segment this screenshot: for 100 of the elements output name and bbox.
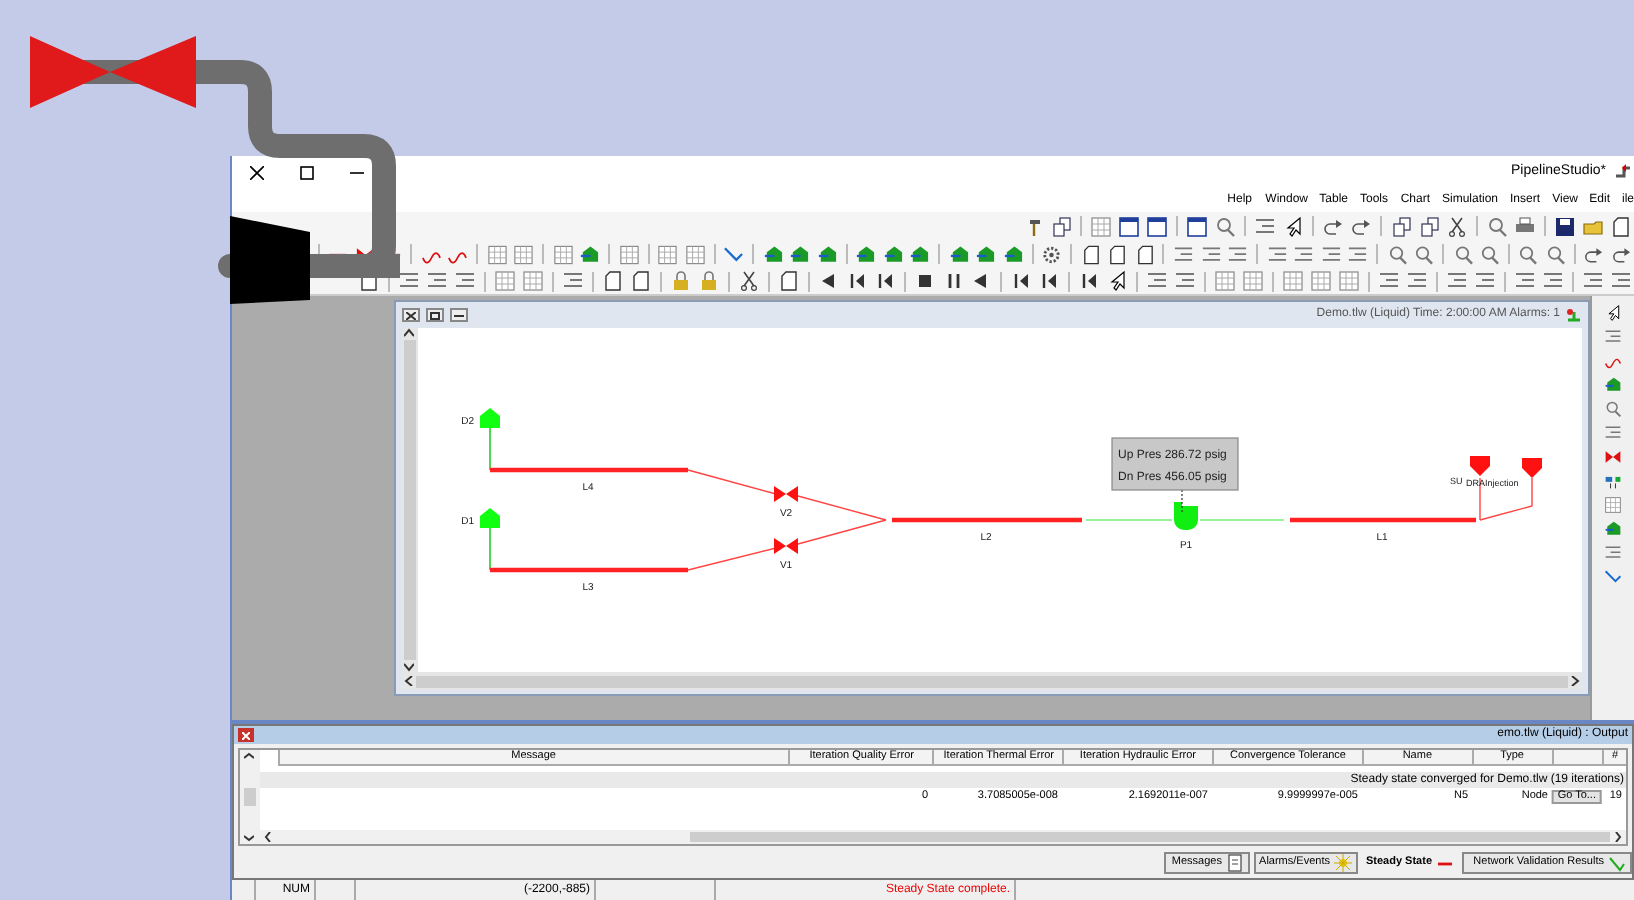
align-icon[interactable]: [1254, 215, 1276, 237]
step-icon[interactable]: [846, 270, 868, 292]
horizontal-scrollbar[interactable]: [260, 830, 1626, 844]
minimize-button[interactable]: [450, 308, 468, 322]
align-icon[interactable]: [1200, 243, 1222, 265]
scrollbar-thumb[interactable]: [244, 788, 256, 806]
align-icon[interactable]: [1446, 270, 1468, 292]
magnifier-icon[interactable]: [1452, 243, 1474, 265]
two-pages-icon[interactable]: [1418, 215, 1440, 237]
gear-icon[interactable]: [1041, 243, 1063, 265]
align-icon[interactable]: [1474, 270, 1496, 292]
align-icon[interactable]: [1347, 243, 1369, 265]
close-icon: [242, 731, 250, 739]
grid-icon[interactable]: [552, 243, 574, 265]
undo-icon[interactable]: [1610, 243, 1632, 265]
grid-icon[interactable]: [684, 243, 706, 265]
house-node-icon[interactable]: [789, 243, 811, 265]
align-icon[interactable]: [562, 270, 584, 292]
magnifier-icon[interactable]: [1214, 215, 1236, 237]
two-pages-icon[interactable]: [1390, 215, 1412, 237]
vertical-scrollbar[interactable]: [240, 750, 260, 844]
check-icon[interactable]: [723, 243, 745, 265]
window-icon[interactable]: [1118, 215, 1140, 237]
window-icon[interactable]: [1186, 215, 1208, 237]
restore-icon: [430, 311, 440, 319]
scrollbar-thumb[interactable]: [404, 340, 416, 660]
align-icon[interactable]: [1514, 270, 1536, 292]
align-icon[interactable]: [1293, 243, 1315, 265]
house-node-icon[interactable]: [948, 243, 970, 265]
house-node-icon[interactable]: [579, 243, 601, 265]
horizontal-scrollbar[interactable]: [402, 672, 1582, 690]
house-node-icon[interactable]: [1002, 243, 1024, 265]
align-icon[interactable]: [1542, 270, 1564, 292]
grid-icon[interactable]: [486, 243, 508, 265]
grid-icon[interactable]: [618, 243, 640, 265]
two-pages-icon[interactable]: [1050, 215, 1072, 237]
scrollbar-thumb[interactable]: [416, 675, 1568, 687]
pointer-icon[interactable]: [1282, 215, 1304, 237]
window-icon[interactable]: [1146, 215, 1168, 237]
align-icon[interactable]: [1406, 270, 1428, 292]
step-icon[interactable]: [874, 270, 896, 292]
scissors-icon[interactable]: [1446, 215, 1468, 237]
align-icon[interactable]: [1320, 243, 1342, 265]
align-icon[interactable]: [1146, 270, 1168, 292]
lock-icon[interactable]: [670, 270, 692, 292]
close-button[interactable]: [402, 308, 420, 322]
house-node-icon[interactable]: [855, 243, 877, 265]
align-icon[interactable]: [1604, 424, 1622, 442]
align-icon[interactable]: [454, 270, 476, 292]
scrollbar-thumb[interactable]: [690, 832, 1610, 842]
magnifier-icon[interactable]: [1545, 243, 1567, 265]
magnifier-icon[interactable]: [1386, 243, 1408, 265]
step-icon[interactable]: [1038, 270, 1060, 292]
pointer-icon[interactable]: [1604, 304, 1622, 322]
node-icon[interactable]: [1604, 472, 1622, 490]
align-icon[interactable]: [1378, 270, 1400, 292]
undo-icon[interactable]: [1350, 215, 1372, 237]
house-node-icon[interactable]: [975, 243, 997, 265]
align-icon[interactable]: [1174, 270, 1196, 292]
magnifier-icon[interactable]: [1479, 243, 1501, 265]
undo-icon[interactable]: [1583, 243, 1605, 265]
house-node-icon[interactable]: [882, 243, 904, 265]
magnifier-icon[interactable]: [1604, 400, 1622, 418]
minimize-icon: [351, 166, 365, 180]
pointer-icon[interactable]: [1106, 270, 1128, 292]
grid-icon[interactable]: [657, 243, 679, 265]
house-node-icon[interactable]: [909, 243, 931, 265]
step-icon[interactable]: [1010, 270, 1032, 292]
lock-icon[interactable]: [698, 270, 720, 292]
align-icon[interactable]: [1227, 243, 1249, 265]
check-icon[interactable]: [1604, 568, 1622, 586]
restore-button[interactable]: [426, 308, 444, 322]
magnifier-icon[interactable]: [1413, 243, 1435, 265]
grid-icon[interactable]: [513, 243, 535, 265]
align-icon[interactable]: [398, 270, 420, 292]
scissors-icon[interactable]: [738, 270, 760, 292]
align-icon[interactable]: [1266, 243, 1288, 265]
grid-icon[interactable]: [1604, 496, 1622, 514]
magnifier-icon[interactable]: [1486, 215, 1508, 237]
undo-icon[interactable]: [1322, 215, 1344, 237]
align-icon[interactable]: [1610, 270, 1632, 292]
leader-line: [1181, 489, 1183, 513]
magnifier-icon[interactable]: [1517, 243, 1539, 265]
align-icon[interactable]: [1582, 270, 1604, 292]
connector-line: [489, 427, 491, 471]
house-node-icon[interactable]: [1604, 520, 1622, 538]
align-icon[interactable]: [1604, 544, 1622, 562]
supply-node-icon: [480, 508, 500, 528]
stop-icon[interactable]: [914, 270, 936, 292]
printer-icon[interactable]: [1514, 215, 1536, 237]
step-icon[interactable]: [1078, 270, 1100, 292]
align-icon[interactable]: [1604, 328, 1622, 346]
vertical-scrollbar[interactable]: [402, 328, 418, 672]
app-icon: [1612, 164, 1630, 182]
house-node-icon[interactable]: [762, 243, 784, 265]
align-icon[interactable]: [426, 270, 448, 292]
house-node-icon[interactable]: [1604, 376, 1622, 394]
house-node-icon[interactable]: [816, 243, 838, 265]
supply-node-icon: [480, 408, 500, 428]
align-icon[interactable]: [1173, 243, 1195, 265]
